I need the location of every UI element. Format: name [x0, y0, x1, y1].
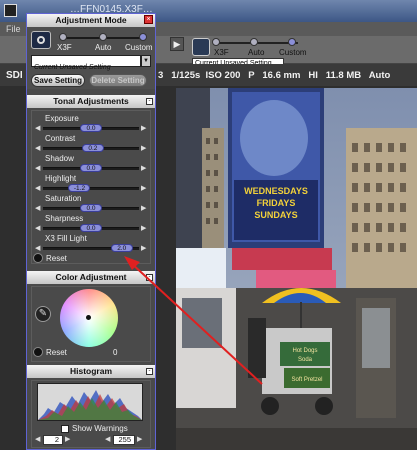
annotation-arrow	[124, 256, 263, 385]
